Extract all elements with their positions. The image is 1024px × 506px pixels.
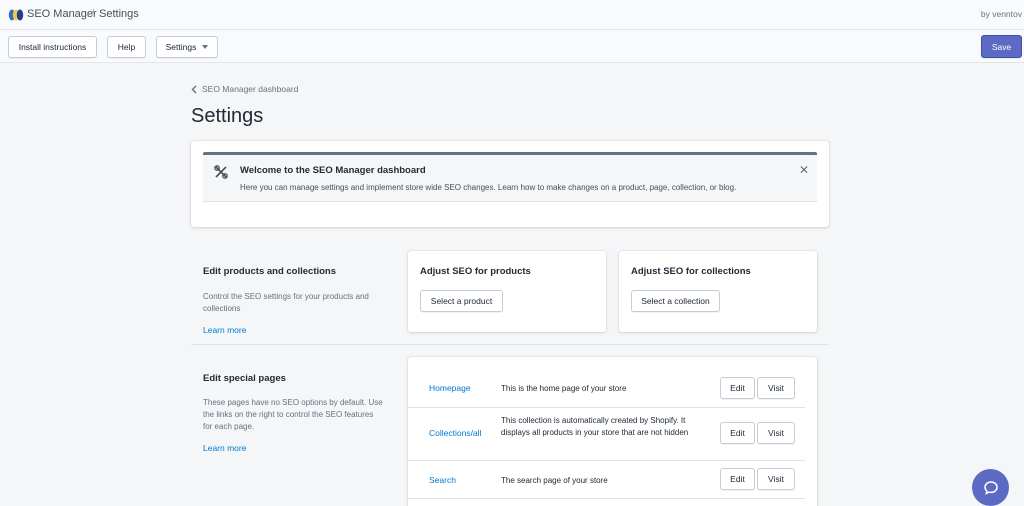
table-row [408, 498, 805, 506]
back-link[interactable]: SEO Manager dashboard [191, 84, 298, 94]
table-row: Homepage This is the home page of your s… [408, 369, 805, 407]
select-collection-button[interactable]: Select a collection [631, 290, 720, 312]
homepage-link[interactable]: Homepage [429, 383, 471, 393]
chat-bubble-icon [983, 480, 998, 495]
title-bar: SEO Manager / Settings by venntov [0, 0, 1024, 30]
special-section-title: Edit special pages [203, 373, 286, 384]
welcome-banner: Welcome to the SEO Manager dashboard Her… [203, 152, 817, 202]
collections-card-title: Adjust SEO for collections [631, 266, 751, 277]
row-description: This is the home page of your store [501, 384, 627, 393]
save-button[interactable]: Save [981, 35, 1022, 58]
install-instructions-button[interactable]: Install instructions [8, 36, 97, 58]
edit-homepage-button[interactable]: Edit [720, 377, 755, 399]
help-chat-button[interactable] [972, 469, 1009, 506]
row-description: This collection is automatically created… [501, 416, 689, 437]
help-button[interactable]: Help [107, 36, 146, 58]
banner-text: Here you can manage settings and impleme… [240, 183, 737, 192]
breadcrumb-separator: / [91, 8, 95, 20]
table-row: Collections/all This collection is autom… [408, 407, 805, 460]
special-pages-card: Homepage This is the home page of your s… [408, 357, 817, 506]
back-link-label: SEO Manager dashboard [202, 84, 299, 94]
collections-card: Adjust SEO for collections Select a coll… [619, 251, 817, 332]
table-row: Search The search page of your store Edi… [408, 460, 805, 498]
developer-byline: by venntov [980, 9, 1022, 19]
products-section-title: Edit products and collections [203, 266, 337, 277]
visit-search-button[interactable]: Visit [757, 468, 795, 490]
settings-dropdown-label: Settings [165, 42, 197, 52]
settings-dropdown-button[interactable]: Settings [156, 36, 218, 58]
close-icon[interactable]: ✕ [799, 163, 809, 177]
special-section-description: These pages have no SEO options by defau… [203, 398, 383, 431]
caret-down-icon [202, 45, 209, 49]
edit-search-button[interactable]: Edit [720, 468, 755, 490]
app-logo-icon [8, 9, 24, 21]
products-card: Adjust SEO for products Select a product [408, 251, 606, 332]
products-card-title: Adjust SEO for products [420, 266, 531, 277]
chevron-left-icon [191, 85, 197, 93]
app-name[interactable]: SEO Manager [27, 8, 97, 20]
special-learn-more-link[interactable]: Learn more [203, 443, 246, 453]
banner-title: Welcome to the SEO Manager dashboard [240, 165, 426, 176]
select-product-button[interactable]: Select a product [420, 290, 503, 312]
visit-homepage-button[interactable]: Visit [757, 377, 795, 399]
collections-all-link[interactable]: Collections/all [429, 428, 481, 438]
page-title: Settings [191, 105, 264, 127]
section-divider [191, 344, 829, 345]
breadcrumb-current: Settings [99, 8, 139, 20]
toolbar: Install instructions Help Settings Save [0, 30, 1024, 63]
tools-icon [214, 165, 228, 179]
edit-collections-all-button[interactable]: Edit [720, 422, 755, 444]
products-learn-more-link[interactable]: Learn more [203, 325, 246, 335]
row-description: The search page of your store [501, 476, 608, 485]
visit-collections-all-button[interactable]: Visit [757, 422, 795, 444]
products-section-description: Control the SEO settings for your produc… [203, 292, 369, 313]
search-page-link[interactable]: Search [429, 475, 456, 485]
